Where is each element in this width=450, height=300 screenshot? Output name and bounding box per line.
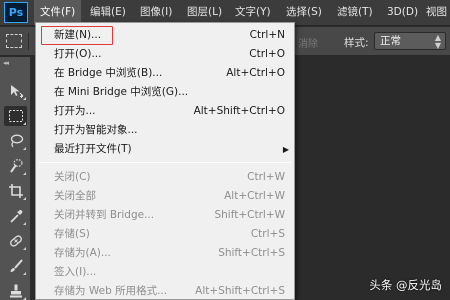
eyedropper-icon <box>9 209 22 223</box>
menu-item-open-as-smart-object[interactable]: 打开为智能对象... <box>36 121 294 140</box>
brush-tool[interactable] <box>4 256 27 276</box>
submenu-arrow-icon: ▶ <box>282 145 289 154</box>
menu-item-shortcut: Alt+Ctrl+W <box>224 190 285 202</box>
anti-alias-label: 消除 <box>298 39 318 50</box>
menu-item-label: 打开(O)... <box>54 48 102 60</box>
file-menu-dropdown: 新建(N)... Ctrl+N 打开(O)... Ctrl+O 在 Bridge… <box>35 22 295 300</box>
crop-icon <box>8 184 23 198</box>
menu-item-save-for-web[interactable]: 存储为 Web 所用格式... Alt+Shift+Ctrl+S <box>36 282 294 300</box>
menu-item-label: 存储为(A)... <box>54 247 111 259</box>
lasso-tool[interactable] <box>4 131 27 151</box>
move-tool[interactable] <box>4 81 27 101</box>
menu-item-label: 新建(N)... <box>54 29 102 41</box>
style-select[interactable]: 正常 ▲ ▼ <box>374 32 446 50</box>
menu-item-open-recent[interactable]: 最近打开文件(T) ▶ <box>36 140 294 159</box>
menu-item-shortcut: Shift+Ctrl+S <box>218 247 285 259</box>
menu-separator <box>39 162 291 163</box>
menu-item-label: 存储为 Web 所用格式... <box>54 285 168 297</box>
menu-item-save-as[interactable]: 存储为(A)... Shift+Ctrl+S <box>36 244 294 263</box>
menu-item-label: 打开为... <box>54 105 96 117</box>
photoshop-logo: Ps <box>4 2 28 23</box>
marquee-preset-icon[interactable] <box>6 34 22 48</box>
quick-selection-icon <box>9 159 23 173</box>
menu-item-label: 关闭全部 <box>54 190 96 202</box>
menu-item-open-as[interactable]: 打开为... Alt+Shift+Ctrl+O <box>36 102 294 121</box>
menu-item-label: 签入(I)... <box>54 266 97 278</box>
watermark: 头条 @反光岛 <box>369 278 442 292</box>
menu-item-label: 存储(S) <box>54 228 90 240</box>
menu-item-open[interactable]: 打开(O)... Ctrl+O <box>36 45 294 64</box>
eyedropper-tool[interactable] <box>4 206 27 226</box>
crop-tool[interactable] <box>4 181 27 201</box>
tools-panel: ◂◂ <box>0 57 31 300</box>
menu-item-close-and-go-to-bridge[interactable]: 关闭并转到 Bridge... Shift+Ctrl+W <box>36 206 294 225</box>
menu-item-shortcut: Ctrl+W <box>247 171 285 183</box>
lasso-icon <box>10 134 23 148</box>
menu-item-label: 关闭并转到 Bridge... <box>54 209 155 221</box>
menu-item-shortcut: Ctrl+S <box>250 228 285 240</box>
menu-item-shortcut: Alt+Shift+Ctrl+S <box>195 285 285 297</box>
menu-item-new[interactable]: 新建(N)... Ctrl+N <box>36 26 294 45</box>
menu-item-label: 打开为智能对象... <box>54 124 138 136</box>
spot-healing-tool[interactable] <box>4 231 27 251</box>
menu-item-browse-in-mini-bridge[interactable]: 在 Mini Bridge 中浏览(G)... <box>36 83 294 102</box>
updown-arrows-icon: ▲ ▼ <box>434 33 441 50</box>
move-icon <box>10 85 23 98</box>
quick-selection-tool[interactable] <box>4 156 27 176</box>
collapse-panel-icon[interactable]: ◂◂ <box>3 59 9 67</box>
menu-item-shortcut: Ctrl+O <box>249 48 285 60</box>
menu-item-shortcut: Shift+Ctrl+W <box>214 209 285 221</box>
style-select-value: 正常 <box>380 35 401 47</box>
menu-item-label: 在 Mini Bridge 中浏览(G)... <box>54 86 189 98</box>
menu-view[interactable]: 视图 <box>420 0 450 25</box>
options-separator <box>28 33 29 50</box>
menu-item-close-all[interactable]: 关闭全部 Alt+Ctrl+W <box>36 187 294 206</box>
menu-item-label: 关闭(C) <box>54 171 91 183</box>
menu-item-shortcut: Ctrl+N <box>249 29 285 41</box>
clone-stamp-icon <box>9 284 22 298</box>
clone-stamp-tool[interactable] <box>4 281 27 300</box>
style-label: 样式: <box>344 37 369 49</box>
menu-item-label: 在 Bridge 中浏览(B)... <box>54 67 163 79</box>
menu-3d[interactable]: 3D(D) <box>381 0 424 25</box>
menu-item-browse-in-bridge[interactable]: 在 Bridge 中浏览(B)... Alt+Ctrl+O <box>36 64 294 83</box>
menu-item-shortcut: Alt+Shift+Ctrl+O <box>193 105 285 117</box>
menu-item-check-in[interactable]: 签入(I)... <box>36 263 294 282</box>
menu-item-close[interactable]: 关闭(C) Ctrl+W <box>36 168 294 187</box>
menu-item-shortcut: Alt+Ctrl+O <box>226 67 285 79</box>
rectangular-marquee-icon <box>8 110 23 122</box>
spot-healing-icon <box>9 235 22 247</box>
brush-icon <box>10 259 23 272</box>
menu-item-label: 最近打开文件(T) <box>54 143 132 155</box>
menu-filter[interactable]: 滤镜(T) <box>331 0 379 25</box>
rectangular-marquee-tool[interactable] <box>4 106 27 126</box>
menu-item-save[interactable]: 存储(S) Ctrl+S <box>36 225 294 244</box>
